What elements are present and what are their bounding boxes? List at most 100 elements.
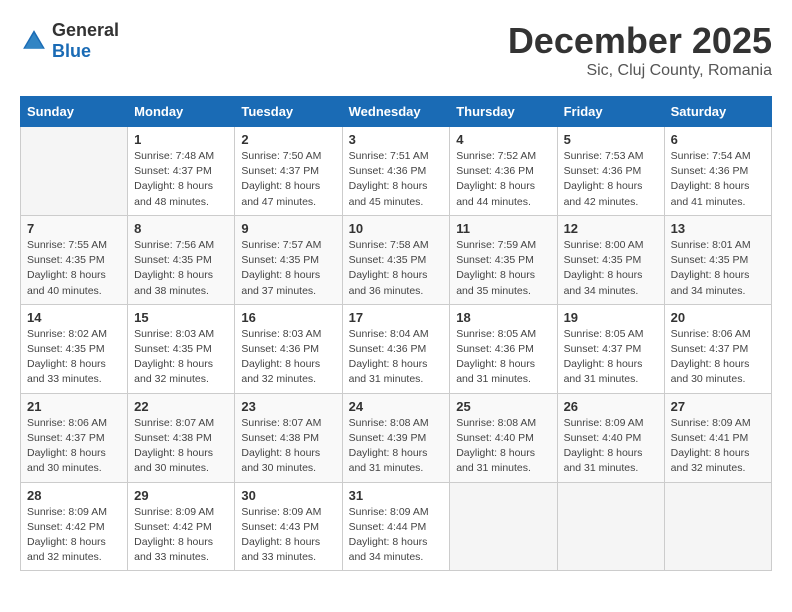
calendar-cell: 13 Sunrise: 8:01 AMSunset: 4:35 PMDayligh…: [664, 215, 771, 304]
day-info: Sunrise: 7:56 AMSunset: 4:35 PMDaylight:…: [134, 238, 228, 299]
calendar-cell: [664, 482, 771, 571]
day-header-wednesday: Wednesday: [342, 97, 450, 127]
day-header-sunday: Sunday: [21, 97, 128, 127]
day-info: Sunrise: 8:08 AMSunset: 4:39 PMDaylight:…: [349, 416, 444, 477]
day-header-tuesday: Tuesday: [235, 97, 342, 127]
day-info: Sunrise: 8:07 AMSunset: 4:38 PMDaylight:…: [134, 416, 228, 477]
day-number: 12: [564, 221, 658, 236]
calendar-cell: 5 Sunrise: 7:53 AMSunset: 4:36 PMDaylight…: [557, 127, 664, 216]
calendar-cell: 16Sunrise: 8:03 AMSunset: 4:36 PMDayligh…: [235, 304, 342, 393]
calendar-cell: 20Sunrise: 8:06 AMSunset: 4:37 PMDayligh…: [664, 304, 771, 393]
day-number: 2: [241, 132, 335, 147]
day-number: 21: [27, 399, 121, 414]
calendar-cell: 21 Sunrise: 8:06 AMSunset: 4:37 PMDayligh…: [21, 393, 128, 482]
day-number: 26: [564, 399, 658, 414]
day-header-monday: Monday: [128, 97, 235, 127]
day-number: 4: [456, 132, 550, 147]
day-number: 28: [27, 488, 121, 503]
calendar-cell: 15 Sunrise: 8:03 AMSunset: 4:35 PMDayligh…: [128, 304, 235, 393]
day-number: 1: [134, 132, 228, 147]
day-info: Sunrise: 7:51 AMSunset: 4:36 PMDaylight:…: [349, 149, 444, 210]
calendar-cell: 28 Sunrise: 8:09 AMSunset: 4:42 PMDayligh…: [21, 482, 128, 571]
calendar-header-row: SundayMondayTuesdayWednesdayThursdayFrid…: [21, 97, 772, 127]
day-info: Sunrise: 8:09 AMSunset: 4:41 PMDaylight:…: [671, 416, 765, 477]
day-info: Sunrise: 8:09 AMSunset: 4:40 PMDaylight:…: [564, 416, 658, 477]
calendar-cell: 30 Sunrise: 8:09 AMSunset: 4:43 PMDayligh…: [235, 482, 342, 571]
calendar: SundayMondayTuesdayWednesdayThursdayFrid…: [20, 96, 772, 571]
calendar-cell: 12 Sunrise: 8:00 AMSunset: 4:35 PMDayligh…: [557, 215, 664, 304]
day-number: 5: [564, 132, 658, 147]
day-number: 7: [27, 221, 121, 236]
day-number: 29: [134, 488, 228, 503]
calendar-cell: 29Sunrise: 8:09 AMSunset: 4:42 PMDayligh…: [128, 482, 235, 571]
day-header-saturday: Saturday: [664, 97, 771, 127]
title-area: December 2025 Sic, Cluj County, Romania: [508, 20, 772, 80]
day-info: Sunrise: 8:05 AMSunset: 4:37 PMDaylight:…: [564, 327, 658, 388]
day-info: Sunrise: 8:04 AMSunset: 4:36 PMDaylight:…: [349, 327, 444, 388]
day-info: Sunrise: 8:07 AMSunset: 4:38 PMDaylight:…: [241, 416, 335, 477]
calendar-cell: 4 Sunrise: 7:52 AMSunset: 4:36 PMDaylight…: [450, 127, 557, 216]
month-title: December 2025: [508, 20, 772, 62]
day-number: 18: [456, 310, 550, 325]
day-number: 19: [564, 310, 658, 325]
calendar-week-row: 1 Sunrise: 7:48 AMSunset: 4:37 PMDaylight…: [21, 127, 772, 216]
day-info: Sunrise: 8:00 AMSunset: 4:35 PMDaylight:…: [564, 238, 658, 299]
calendar-cell: 2Sunrise: 7:50 AMSunset: 4:37 PMDaylight…: [235, 127, 342, 216]
day-number: 6: [671, 132, 765, 147]
calendar-cell: 10 Sunrise: 7:58 AMSunset: 4:35 PMDayligh…: [342, 215, 450, 304]
day-number: 9: [241, 221, 335, 236]
day-number: 3: [349, 132, 444, 147]
calendar-cell: 24 Sunrise: 8:08 AMSunset: 4:39 PMDayligh…: [342, 393, 450, 482]
day-info: Sunrise: 8:05 AMSunset: 4:36 PMDaylight:…: [456, 327, 550, 388]
day-number: 24: [349, 399, 444, 414]
day-number: 14: [27, 310, 121, 325]
day-number: 22: [134, 399, 228, 414]
day-number: 30: [241, 488, 335, 503]
calendar-cell: 14Sunrise: 8:02 AMSunset: 4:35 PMDayligh…: [21, 304, 128, 393]
calendar-cell: 25 Sunrise: 8:08 AMSunset: 4:40 PMDayligh…: [450, 393, 557, 482]
calendar-cell: 17 Sunrise: 8:04 AMSunset: 4:36 PMDayligh…: [342, 304, 450, 393]
day-info: Sunrise: 8:09 AMSunset: 4:43 PMDaylight:…: [241, 505, 335, 566]
calendar-cell: 22 Sunrise: 8:07 AMSunset: 4:38 PMDayligh…: [128, 393, 235, 482]
day-number: 20: [671, 310, 765, 325]
calendar-cell: 9 Sunrise: 7:57 AMSunset: 4:35 PMDaylight…: [235, 215, 342, 304]
logo-icon: [20, 27, 48, 55]
day-info: Sunrise: 8:03 AMSunset: 4:35 PMDaylight:…: [134, 327, 228, 388]
calendar-cell: 23 Sunrise: 8:07 AMSunset: 4:38 PMDayligh…: [235, 393, 342, 482]
day-info: Sunrise: 8:09 AMSunset: 4:44 PMDaylight:…: [349, 505, 444, 566]
day-info: Sunrise: 7:53 AMSunset: 4:36 PMDaylight:…: [564, 149, 658, 210]
calendar-cell: 31Sunrise: 8:09 AMSunset: 4:44 PMDayligh…: [342, 482, 450, 571]
day-number: 11: [456, 221, 550, 236]
day-info: Sunrise: 8:03 AMSunset: 4:36 PMDaylight:…: [241, 327, 335, 388]
day-number: 8: [134, 221, 228, 236]
day-number: 17: [349, 310, 444, 325]
day-info: Sunrise: 8:06 AMSunset: 4:37 PMDaylight:…: [27, 416, 121, 477]
day-info: Sunrise: 8:09 AMSunset: 4:42 PMDaylight:…: [27, 505, 121, 566]
calendar-cell: 27 Sunrise: 8:09 AMSunset: 4:41 PMDayligh…: [664, 393, 771, 482]
day-info: Sunrise: 7:57 AMSunset: 4:35 PMDaylight:…: [241, 238, 335, 299]
day-info: Sunrise: 7:55 AMSunset: 4:35 PMDaylight:…: [27, 238, 121, 299]
calendar-cell: 3 Sunrise: 7:51 AMSunset: 4:36 PMDaylight…: [342, 127, 450, 216]
day-number: 23: [241, 399, 335, 414]
calendar-cell: 8 Sunrise: 7:56 AMSunset: 4:35 PMDaylight…: [128, 215, 235, 304]
logo-general: General: [52, 20, 119, 40]
day-number: 15: [134, 310, 228, 325]
day-number: 27: [671, 399, 765, 414]
day-info: Sunrise: 7:48 AMSunset: 4:37 PMDaylight:…: [134, 149, 228, 210]
calendar-cell: 26 Sunrise: 8:09 AMSunset: 4:40 PMDayligh…: [557, 393, 664, 482]
logo-blue: Blue: [52, 41, 91, 61]
calendar-week-row: 7 Sunrise: 7:55 AMSunset: 4:35 PMDaylight…: [21, 215, 772, 304]
calendar-week-row: 28 Sunrise: 8:09 AMSunset: 4:42 PMDayligh…: [21, 482, 772, 571]
calendar-cell: [450, 482, 557, 571]
day-info: Sunrise: 8:01 AMSunset: 4:35 PMDaylight:…: [671, 238, 765, 299]
day-info: Sunrise: 8:08 AMSunset: 4:40 PMDaylight:…: [456, 416, 550, 477]
day-info: Sunrise: 7:52 AMSunset: 4:36 PMDaylight:…: [456, 149, 550, 210]
day-number: 13: [671, 221, 765, 236]
day-info: Sunrise: 7:59 AMSunset: 4:35 PMDaylight:…: [456, 238, 550, 299]
header: General Blue December 2025 Sic, Cluj Cou…: [20, 20, 772, 80]
day-number: 25: [456, 399, 550, 414]
calendar-week-row: 21 Sunrise: 8:06 AMSunset: 4:37 PMDayligh…: [21, 393, 772, 482]
day-number: 10: [349, 221, 444, 236]
calendar-cell: 7 Sunrise: 7:55 AMSunset: 4:35 PMDaylight…: [21, 215, 128, 304]
day-info: Sunrise: 7:58 AMSunset: 4:35 PMDaylight:…: [349, 238, 444, 299]
